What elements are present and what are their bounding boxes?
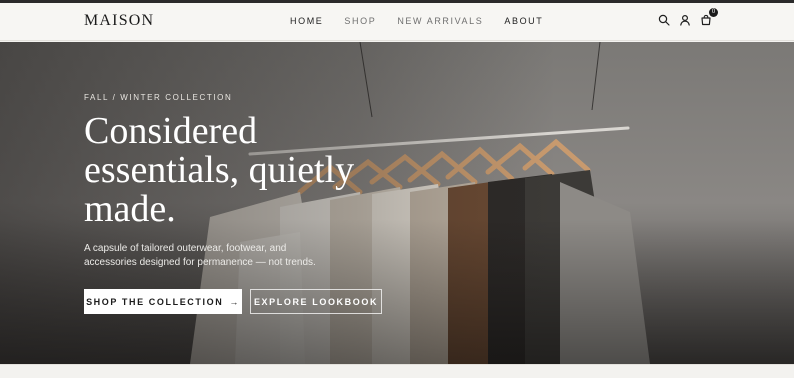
- arrow-right-icon: →: [229, 296, 240, 307]
- nav-item-about[interactable]: ABOUT: [504, 16, 543, 26]
- shop-collection-label: SHOP THE COLLECTION: [86, 296, 224, 307]
- hero-headline: Considered essentials, quietly made.: [84, 110, 355, 230]
- cart-icon[interactable]: 0: [699, 8, 718, 27]
- hero-eyebrow: FALL / WINTER COLLECTION: [84, 93, 233, 102]
- shop-collection-button[interactable]: SHOP THE COLLECTION →: [84, 289, 242, 314]
- hero-subcopy: A capsule of tailored outerwear, footwea…: [84, 243, 316, 268]
- site-header: MAISON HOME SHOP NEW ARRIVALS ABOUT 0: [0, 3, 794, 41]
- nav-item-new-arrivals[interactable]: NEW ARRIVALS: [397, 16, 483, 26]
- explore-lookbook-button[interactable]: EXPLORE LOOKBOOK: [250, 289, 382, 314]
- section-divider: [0, 364, 794, 378]
- cart-count-badge: 0: [709, 8, 718, 17]
- hero-banner: FALL / WINTER COLLECTION Considered esse…: [0, 42, 794, 364]
- search-icon[interactable]: [657, 13, 671, 27]
- account-icon[interactable]: [678, 13, 692, 27]
- nav-item-shop[interactable]: SHOP: [344, 16, 376, 26]
- header-actions: 0: [657, 8, 720, 27]
- nav-item-home[interactable]: HOME: [290, 16, 323, 26]
- brand-logo[interactable]: MAISON: [84, 12, 154, 30]
- main-nav: HOME SHOP NEW ARRIVALS ABOUT: [290, 16, 564, 26]
